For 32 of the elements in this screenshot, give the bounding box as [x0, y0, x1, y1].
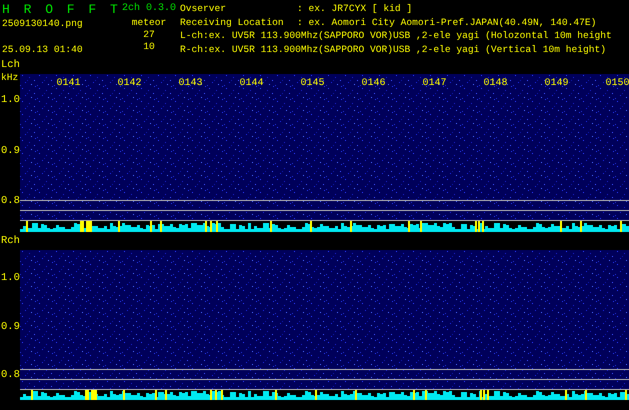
info-value: : ex. Aomori City Aomori-Pref.JAPAN(40.49N, 140.47E): [297, 16, 596, 29]
time-label: 0150: [604, 78, 629, 90]
y-tick-label: 0.8: [1, 195, 20, 208]
channel-info: L-ch:ex. UV5R 113.900Mhz(SAPPORO VOR)USB ,2-ele yagi (Holozontal 10m height: [180, 29, 612, 42]
channel-info: R-ch:ex. UV5R 113.900Mhz(SAPPORO VOR)USB ,2-ele yagi (Vertical 10m height): [180, 42, 608, 56]
count-label: 27: [143, 29, 155, 41]
y-tick-label: 0.9: [1, 320, 20, 334]
info-value: : ex. JR7CYX [ kid ]: [297, 2, 412, 16]
unit-label: kHz: [1, 71, 18, 84]
y-tick-label: 1.0: [1, 272, 20, 286]
datetime-label: 25.09.13 01:40: [2, 42, 84, 56]
version-label: 2ch 0.3.0: [122, 2, 176, 16]
time-label: 0142: [116, 78, 142, 90]
info-label: Ovserver: [180, 2, 228, 16]
channel-label: Lch: [1, 59, 20, 72]
time-label: 0143: [177, 78, 204, 90]
time-label: 0146: [360, 78, 386, 90]
time-label: 0144: [238, 78, 264, 90]
time-label: 0147: [421, 78, 448, 90]
info-label: Receiving Location: [180, 16, 285, 29]
time-label: 0149: [543, 78, 570, 90]
app-title: H R O F F T: [2, 2, 120, 17]
y-tick-label: 0.8: [1, 369, 20, 382]
y-tick-label: 1.0: [1, 94, 20, 108]
count-label: 10: [143, 41, 155, 53]
y-tick-label: 0.9: [1, 144, 20, 158]
channel-label: Rch: [1, 235, 20, 248]
time-label: 0141: [55, 78, 82, 90]
filename-label: 2509130140.png: [2, 17, 84, 30]
time-label: 0148: [482, 78, 508, 90]
mode-label: meteor: [132, 16, 166, 29]
time-label: 0145: [299, 78, 326, 90]
